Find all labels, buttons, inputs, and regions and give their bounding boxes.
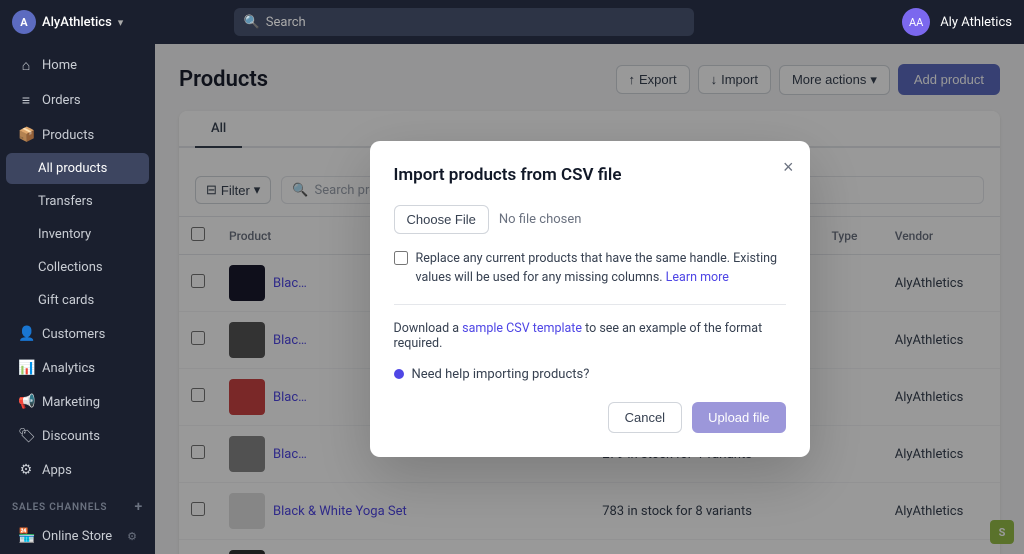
sidebar-item-inventory[interactable]: Inventory bbox=[6, 219, 149, 250]
sidebar-item-discounts[interactable]: 🏷 Discounts bbox=[6, 420, 149, 452]
search-placeholder: Search bbox=[266, 15, 306, 30]
discounts-icon: 🏷 bbox=[18, 428, 34, 444]
sidebar-label-transfers: Transfers bbox=[38, 194, 93, 209]
user-name: Aly Athletics bbox=[940, 15, 1012, 30]
sidebar-item-apps[interactable]: ⚙ Apps bbox=[6, 454, 149, 486]
sidebar-label-customers: Customers bbox=[42, 327, 105, 342]
sidebar-item-all-products[interactable]: All products bbox=[6, 153, 149, 184]
modal-title: Import products from CSV file bbox=[394, 165, 786, 185]
customers-icon: 👤 bbox=[18, 326, 34, 342]
main-content: Products ↑ Export ↓ Import More actions … bbox=[155, 44, 1024, 554]
choose-file-button[interactable]: Choose File bbox=[394, 205, 489, 234]
sidebar-label-home: Home bbox=[42, 58, 77, 73]
replace-checkbox-row: Replace any current products that have t… bbox=[394, 250, 786, 288]
sidebar-label-analytics: Analytics bbox=[42, 361, 95, 376]
modal-help: Need help importing products? bbox=[394, 367, 786, 382]
replace-desc: Replace any current products that have t… bbox=[416, 250, 786, 288]
sidebar-label-all-products: All products bbox=[38, 161, 107, 176]
apps-icon: ⚙ bbox=[18, 462, 34, 478]
sidebar-label-collections: Collections bbox=[38, 260, 103, 275]
modal-divider bbox=[394, 304, 786, 305]
store-logo-area[interactable]: A AlyAthletics ▾ bbox=[12, 10, 123, 34]
sidebar-item-transfers[interactable]: Transfers bbox=[6, 186, 149, 217]
modal-close-button[interactable]: × bbox=[783, 157, 794, 178]
store-name: AlyAthletics bbox=[42, 15, 112, 30]
online-store-settings-icon[interactable]: ⚙ bbox=[127, 530, 137, 543]
add-sales-channel-button[interactable]: + bbox=[135, 499, 144, 515]
online-store-icon: 🏪 bbox=[18, 528, 34, 544]
products-icon: 📦 bbox=[18, 127, 34, 143]
sidebar-label-inventory: Inventory bbox=[38, 227, 91, 242]
user-avatar[interactable]: AA bbox=[902, 8, 930, 36]
store-chevron-icon: ▾ bbox=[118, 16, 124, 29]
modal-footer: Cancel Upload file bbox=[394, 402, 786, 433]
learn-more-link[interactable]: Learn more bbox=[666, 270, 729, 285]
home-icon: ⌂ bbox=[18, 57, 34, 74]
search-icon: 🔍 bbox=[244, 15, 260, 30]
sales-channels-label: SALES CHANNELS bbox=[12, 502, 107, 513]
sidebar: ⌂ Home ≡ Orders 📦 Products All products … bbox=[0, 44, 155, 554]
sales-channels-section: SALES CHANNELS + bbox=[0, 487, 155, 519]
sidebar-item-marketing[interactable]: 📢 Marketing bbox=[6, 386, 149, 418]
marketing-icon: 📢 bbox=[18, 394, 34, 410]
sidebar-item-collections[interactable]: Collections bbox=[6, 252, 149, 283]
sidebar-label-discounts: Discounts bbox=[42, 429, 100, 444]
sidebar-item-analytics[interactable]: 📊 Analytics bbox=[6, 352, 149, 384]
store-avatar: A bbox=[12, 10, 36, 34]
modal-download-text: Download a sample CSV template to see an… bbox=[394, 321, 786, 351]
top-nav: A AlyAthletics ▾ 🔍 Search AA Aly Athleti… bbox=[0, 0, 1024, 44]
cancel-button[interactable]: Cancel bbox=[608, 402, 682, 433]
sidebar-label-gift-cards: Gift cards bbox=[38, 293, 94, 308]
orders-icon: ≡ bbox=[18, 92, 34, 109]
nav-right: AA Aly Athletics bbox=[902, 8, 1012, 36]
modal-overlay: × Import products from CSV file Choose F… bbox=[155, 44, 1024, 554]
sidebar-label-online-store: Online Store bbox=[42, 529, 112, 544]
sidebar-item-online-store[interactable]: 🏪 Online Store ⚙ bbox=[6, 520, 149, 552]
no-file-text: No file chosen bbox=[499, 212, 582, 227]
sidebar-label-products: Products bbox=[42, 128, 94, 143]
replace-checkbox[interactable] bbox=[394, 251, 408, 265]
sidebar-item-home[interactable]: ⌂ Home bbox=[6, 49, 149, 82]
sidebar-item-gift-cards[interactable]: Gift cards bbox=[6, 285, 149, 316]
sidebar-label-marketing: Marketing bbox=[42, 395, 100, 410]
sidebar-label-orders: Orders bbox=[42, 93, 81, 108]
sample-csv-link[interactable]: sample CSV template bbox=[462, 321, 582, 336]
sidebar-item-orders[interactable]: ≡ Orders bbox=[6, 84, 149, 117]
analytics-icon: 📊 bbox=[18, 360, 34, 376]
global-search[interactable]: 🔍 Search bbox=[234, 8, 694, 36]
help-dot-icon bbox=[394, 369, 404, 379]
help-label: Need help importing products? bbox=[412, 367, 590, 382]
file-input-row: Choose File No file chosen bbox=[394, 205, 786, 234]
sidebar-label-apps: Apps bbox=[42, 463, 72, 478]
sidebar-item-products[interactable]: 📦 Products bbox=[6, 119, 149, 151]
import-modal: × Import products from CSV file Choose F… bbox=[370, 141, 810, 457]
upload-button[interactable]: Upload file bbox=[692, 402, 785, 433]
sidebar-item-customers[interactable]: 👤 Customers bbox=[6, 318, 149, 350]
